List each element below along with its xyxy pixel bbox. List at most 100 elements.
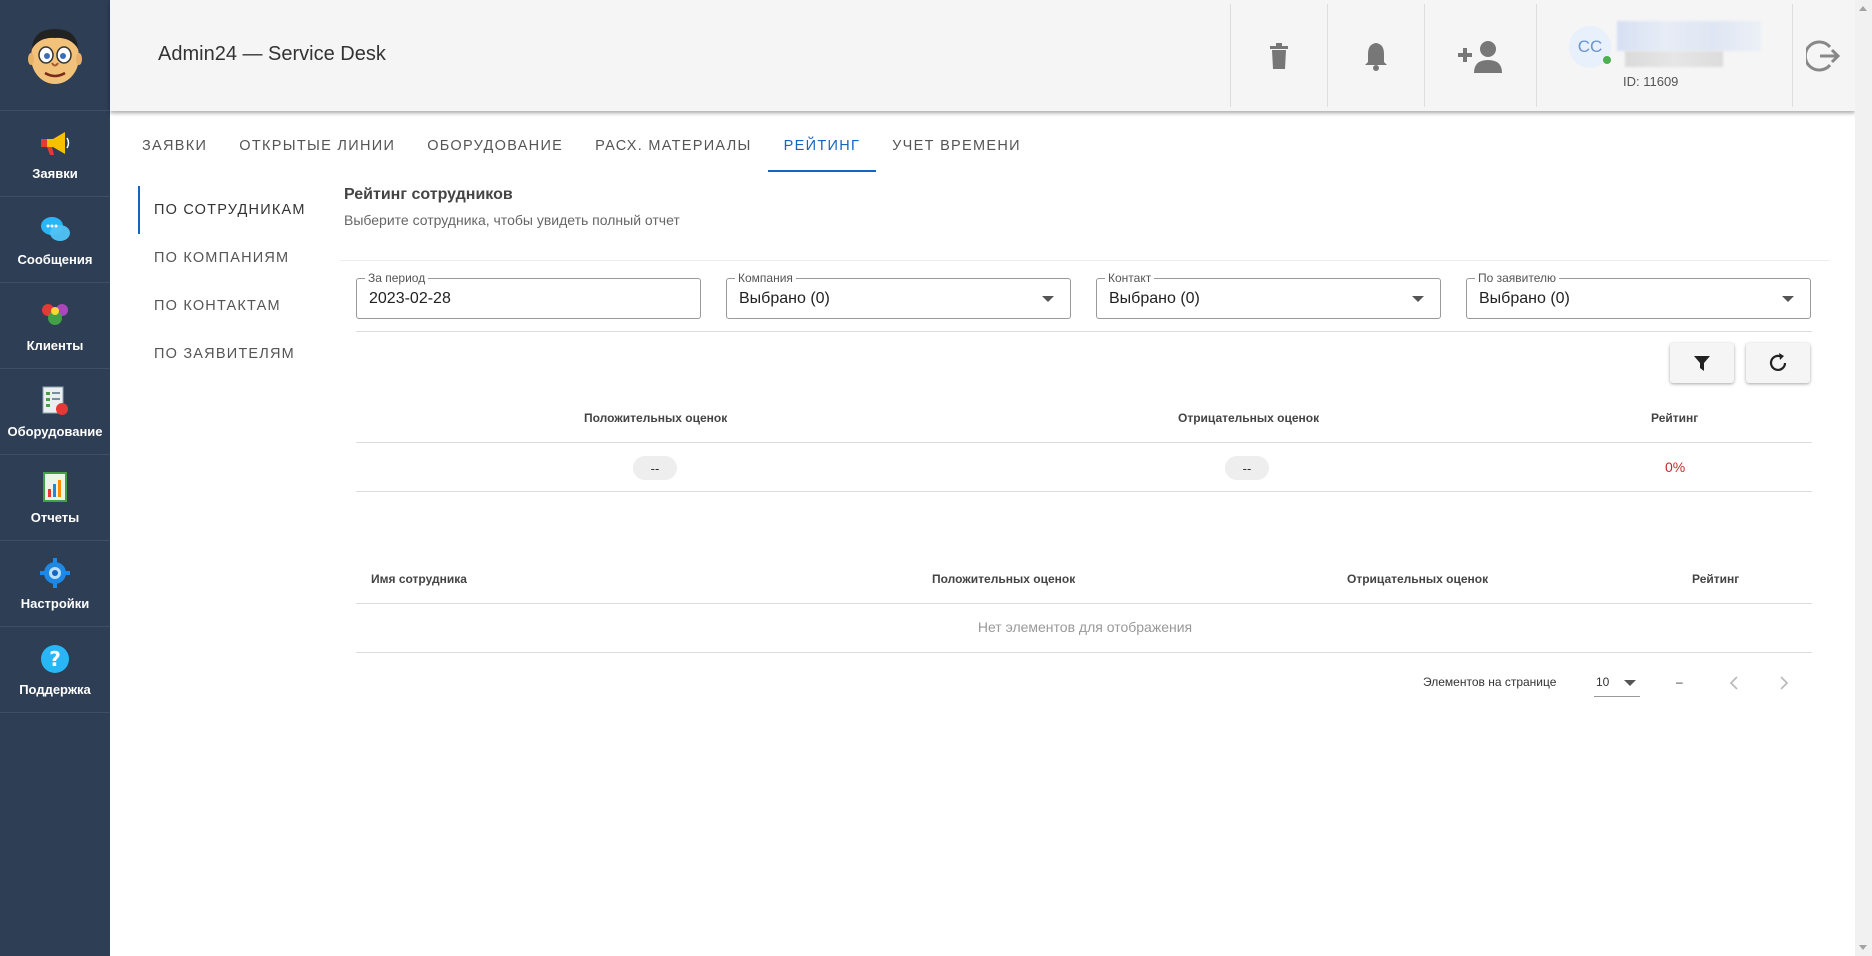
sidebar: Заявки Сообщения Клиенты Оборудование От… xyxy=(0,0,110,956)
table-header-line xyxy=(356,603,1812,604)
page-subtitle: Выберите сотрудника, чтобы увидеть полны… xyxy=(344,212,680,228)
table-header-negative[interactable]: Отрицательных оценок xyxy=(1347,572,1488,586)
contact-select-label: Контакт xyxy=(1105,271,1155,285)
refresh-button[interactable] xyxy=(1746,343,1810,383)
sidebar-item-settings[interactable]: Настройки xyxy=(0,541,110,627)
table-header-rating[interactable]: Рейтинг xyxy=(1692,572,1739,586)
logout-icon xyxy=(1806,40,1841,71)
period-field-label: За период xyxy=(365,271,429,285)
chevron-left-icon xyxy=(1729,676,1738,690)
tab-open-lines[interactable]: ОТКРЫТЫЕ ЛИНИИ xyxy=(223,128,411,172)
chevron-down-icon xyxy=(1412,296,1424,302)
summary-header-positive: Положительных оценок xyxy=(584,411,728,425)
sidebar-item-label: Клиенты xyxy=(26,338,84,353)
chat-bubbles-icon xyxy=(38,212,72,246)
scroll-up-arrow-icon[interactable] xyxy=(1859,6,1867,11)
summary-row-line xyxy=(356,491,1812,492)
megaphone-icon xyxy=(38,126,72,160)
period-field[interactable]: За период 2023-02-28 xyxy=(356,271,701,319)
filter-button[interactable] xyxy=(1670,343,1734,383)
company-select-label: Компания xyxy=(735,271,796,285)
chevron-down-icon xyxy=(1624,680,1636,686)
pager-prev-button[interactable] xyxy=(1722,671,1746,695)
table-bottom-line xyxy=(356,652,1812,653)
summary-negative-chip: -- xyxy=(1225,456,1269,480)
refresh-icon xyxy=(1769,353,1787,372)
sidebar-item-label: Оборудование xyxy=(7,424,103,439)
scroll-down-arrow-icon[interactable] xyxy=(1859,945,1867,950)
pager-range: – xyxy=(1676,675,1683,689)
equipment-icon xyxy=(38,384,72,418)
tab-time-tracking[interactable]: УЧЕТ ВРЕМЕНИ xyxy=(876,128,1037,172)
chevron-down-icon xyxy=(1042,296,1054,302)
contact-select-value: Выбрано (0) xyxy=(1109,290,1200,307)
table-header-employee[interactable]: Имя сотрудника xyxy=(371,572,467,586)
logo[interactable] xyxy=(0,0,110,111)
user-profile[interactable]: CC ID: 11609 xyxy=(1536,4,1792,107)
requester-select[interactable]: По заявителю Выбрано (0) xyxy=(1466,271,1811,319)
main-tabs: ЗАЯВКИ ОТКРЫТЫЕ ЛИНИИ ОБОРУДОВАНИЕ РАСХ.… xyxy=(126,128,1037,172)
sidebar-item-equipment[interactable]: Оборудование xyxy=(0,369,110,455)
tab-consumables[interactable]: РАСХ. МАТЕРИАЛЫ xyxy=(579,128,768,172)
requester-select-label: По заявителю xyxy=(1475,271,1560,285)
tab-requests[interactable]: ЗАЯВКИ xyxy=(126,128,223,172)
pager-per-page-select[interactable]: 10 xyxy=(1594,667,1640,697)
add-user-button[interactable] xyxy=(1424,4,1536,107)
table-header-positive[interactable]: Положительных оценок xyxy=(932,572,1075,586)
summary-header-rating: Рейтинг xyxy=(1651,411,1699,425)
summary-header-line xyxy=(356,442,1812,443)
notifications-button[interactable] xyxy=(1327,4,1424,107)
logo-face-icon xyxy=(28,29,82,84)
sidebar-item-clients[interactable]: Клиенты xyxy=(0,283,110,369)
subnav-by-employees[interactable]: ПО СОТРУДНИКАМ xyxy=(138,186,308,234)
filters-divider xyxy=(356,331,1812,332)
rating-subnav: ПО СОТРУДНИКАМ ПО КОМПАНИЯМ ПО КОНТАКТАМ… xyxy=(138,186,308,378)
bell-icon xyxy=(1365,42,1387,71)
summary-header-negative: Отрицательных оценок xyxy=(1178,411,1320,425)
svg-text:?: ? xyxy=(49,647,61,671)
top-header: Admin24 — Service Desk CC ID: 11609 xyxy=(110,0,1855,111)
table-empty-message: Нет элементов для отображения xyxy=(977,619,1193,635)
pager-per-page-value: 10 xyxy=(1596,675,1610,689)
subnav-by-contacts[interactable]: ПО КОНТАКТАМ xyxy=(138,282,308,330)
sidebar-item-label: Отчеты xyxy=(30,510,80,525)
add-user-icon xyxy=(1457,40,1502,73)
user-id: ID: 11609 xyxy=(1623,74,1679,89)
sidebar-item-label: Заявки xyxy=(32,166,78,181)
pager-per-page-label: Элементов на странице xyxy=(1423,675,1557,689)
sidebar-item-reports[interactable]: Отчеты xyxy=(0,455,110,541)
tab-equipment[interactable]: ОБОРУДОВАНИЕ xyxy=(411,128,579,172)
sidebar-item-requests[interactable]: Заявки xyxy=(0,111,110,197)
page-scrollbar[interactable] xyxy=(1855,0,1872,956)
summary-positive-chip: -- xyxy=(633,456,677,480)
trash-button[interactable] xyxy=(1230,4,1327,107)
gear-icon xyxy=(38,556,72,590)
sidebar-item-support[interactable]: ? Поддержка xyxy=(0,627,110,713)
sidebar-item-label: Сообщения xyxy=(17,252,93,267)
chevron-right-icon xyxy=(1780,676,1789,690)
user-role-redacted xyxy=(1625,51,1723,67)
sidebar-item-label: Настройки xyxy=(20,596,90,611)
subnav-by-requesters[interactable]: ПО ЗАЯВИТЕЛЯМ xyxy=(138,330,308,378)
users-icon xyxy=(38,298,72,332)
rating-card: За период 2023-02-28 Компания Выбрано (0… xyxy=(340,260,1830,726)
requester-select-value: Выбрано (0) xyxy=(1479,290,1570,307)
subnav-by-companies[interactable]: ПО КОМПАНИЯМ xyxy=(138,234,308,282)
page-title: Рейтинг сотрудников xyxy=(344,186,513,203)
period-field-value: 2023-02-28 xyxy=(369,290,451,307)
main-content: Рейтинг сотрудников Выберите сотрудника,… xyxy=(340,186,1830,697)
trash-icon xyxy=(1270,42,1288,69)
company-select[interactable]: Компания Выбрано (0) xyxy=(726,271,1071,319)
sidebar-item-messages[interactable]: Сообщения xyxy=(0,197,110,283)
pager-next-button[interactable] xyxy=(1772,671,1796,695)
online-status-dot xyxy=(1603,56,1611,64)
contact-select[interactable]: Контакт Выбрано (0) xyxy=(1096,271,1441,319)
tab-rating[interactable]: РЕЙТИНГ xyxy=(767,128,877,172)
app-title: Admin24 — Service Desk xyxy=(158,43,386,65)
logout-button[interactable] xyxy=(1792,4,1855,107)
sidebar-item-label: Поддержка xyxy=(19,682,91,697)
summary-rating-value: 0% xyxy=(1665,459,1686,475)
company-select-value: Выбрано (0) xyxy=(739,290,830,307)
filter-icon xyxy=(1694,356,1710,371)
chevron-down-icon xyxy=(1782,296,1794,302)
